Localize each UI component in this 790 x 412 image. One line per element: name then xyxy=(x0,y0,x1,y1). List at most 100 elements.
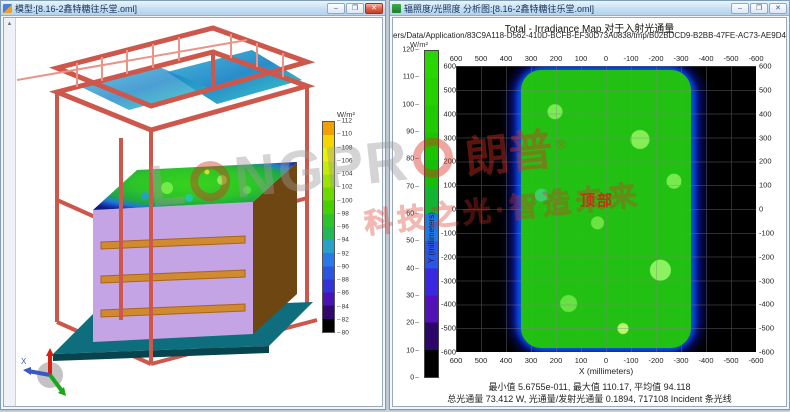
colorbar-tick-label: 108 xyxy=(337,144,352,151)
tick-label: -100 xyxy=(623,54,638,63)
model-window-title: 模型:[8.16-2鑫特糖往乐堂.oml] xyxy=(15,2,324,15)
tick-label: -300 xyxy=(759,276,774,285)
colorbar-tick-label: 110 xyxy=(337,131,352,138)
restore-button[interactable]: ❐ xyxy=(750,3,768,14)
colorbar-tick-label: 120 xyxy=(402,47,419,54)
tick-label: -400 xyxy=(698,356,713,365)
irradiance-map-window: 辐照度/光照度 分析图:[8.16-2鑫特糖往乐堂.oml] – ❐ ✕ Tot… xyxy=(389,0,790,410)
irradiance-window-titlebar[interactable]: 辐照度/光照度 分析图:[8.16-2鑫特糖往乐堂.oml] – ❐ ✕ xyxy=(390,1,789,16)
tick-label: -500 xyxy=(723,54,738,63)
scroll-up-button[interactable]: ▲ xyxy=(5,20,14,29)
model-window: 模型:[8.16-2鑫特糖往乐堂.oml] – ❐ ✕ ▲ xyxy=(0,0,386,410)
tick-label: -200 xyxy=(648,356,663,365)
chart-source-path: ers/Data/Application/83C9A118-D562-410D-… xyxy=(393,31,786,40)
tick-label: 500 xyxy=(475,54,488,63)
colorbar-tick-label: 112 xyxy=(337,118,352,125)
stats-flux-rays: 总光通量 73.412 W, 光通量/发射光通量 0.1894, 717108 … xyxy=(393,392,786,405)
model-3d-scene[interactable] xyxy=(17,20,333,404)
tick-label: -200 xyxy=(648,54,663,63)
tick-label: -300 xyxy=(673,356,688,365)
tick-label: -500 xyxy=(759,324,774,333)
colorbar-tick-label: 80 xyxy=(406,156,419,163)
colorbar-tick-label: 100 xyxy=(337,197,352,204)
colorbar-tick-label: 88 xyxy=(337,277,349,284)
tick-label: 500 xyxy=(475,356,488,365)
axis-triad: X xyxy=(20,348,78,400)
tick-label: 200 xyxy=(550,54,563,63)
colorbar-tick-label: 104 xyxy=(337,171,352,178)
model-colorbar: W/m² 11211010810610410210098969492908886… xyxy=(320,110,372,333)
colorbar-tick-label: 20 xyxy=(406,320,419,327)
tick-label: 200 xyxy=(550,356,563,365)
tick-label: 100 xyxy=(575,356,588,365)
colorbar-tick-label: 40 xyxy=(406,265,419,272)
z-axis-arrowhead xyxy=(46,348,54,356)
tick-label: 300 xyxy=(525,356,538,365)
x-axis-ticks-bottom: 6005004003002001000-100-200-300-400-500-… xyxy=(456,356,756,365)
close-button[interactable]: ✕ xyxy=(769,3,787,14)
colorbar-tick-label: 84 xyxy=(337,303,349,310)
x-axis-ticks-top: 6005004003002001000-100-200-300-400-500-… xyxy=(456,54,756,63)
tick-label: 500 xyxy=(759,85,772,94)
tick-label: -400 xyxy=(698,54,713,63)
restore-button[interactable]: ❐ xyxy=(346,3,364,14)
irradiance-window-title: 辐照度/光照度 分析图:[8.16-2鑫特糖往乐堂.oml] xyxy=(404,2,728,15)
y-axis-ticks-left: 6005004003002001000-100-200-300-400-500-… xyxy=(435,66,457,352)
colorbar-tick-label: 98 xyxy=(337,210,349,217)
minimize-button[interactable]: – xyxy=(731,3,749,14)
tick-label: -100 xyxy=(623,356,638,365)
model-viewport[interactable]: ▲ xyxy=(3,17,383,407)
colorbar-tick-label: 110 xyxy=(403,74,419,81)
tick-label: 0 xyxy=(604,54,608,63)
irradiance-heatmap-plot[interactable]: 顶部 xyxy=(456,66,756,352)
colorbar-labels: 1201101009080706050403020100 xyxy=(397,50,421,378)
tick-label: -200 xyxy=(441,252,456,261)
tick-label: -500 xyxy=(441,324,456,333)
tick-label: -100 xyxy=(759,228,774,237)
colorbar-tick-label: 80 xyxy=(337,330,349,337)
tick-label: 400 xyxy=(759,109,772,118)
colorbar-tick-label: 90 xyxy=(406,129,419,136)
colorbar-tick-label: 70 xyxy=(406,183,419,190)
x-axis-arrowhead xyxy=(23,367,31,375)
x-axis-label: X xyxy=(21,357,27,366)
tick-label: -200 xyxy=(759,252,774,261)
tick-label: 300 xyxy=(525,54,538,63)
tick-label: -600 xyxy=(748,356,763,365)
tick-label: -400 xyxy=(759,300,774,309)
tick-label: -500 xyxy=(723,356,738,365)
x-axis-title: X (millimeters) xyxy=(456,366,756,376)
irradiance-chart-icon xyxy=(392,4,401,13)
minimize-button[interactable]: – xyxy=(327,3,345,14)
tick-label: -400 xyxy=(441,300,456,309)
tick-label: -300 xyxy=(673,54,688,63)
close-button[interactable]: ✕ xyxy=(365,3,383,14)
tick-label: 200 xyxy=(443,157,456,166)
y-axis-ticks-right: 6005004003002001000-100-200-300-400-500-… xyxy=(758,66,780,352)
tick-label: -300 xyxy=(441,276,456,285)
colorbar-tick-label: 94 xyxy=(337,237,349,244)
tick-label: 100 xyxy=(443,181,456,190)
colorbar-tick-label: 92 xyxy=(337,250,349,257)
colorbar-gradient xyxy=(322,121,335,333)
tick-label: 500 xyxy=(443,85,456,94)
tick-label: 400 xyxy=(500,54,513,63)
tick-label: 100 xyxy=(575,54,588,63)
colorbar-tick-label: 86 xyxy=(337,290,349,297)
colorbar-tick-label: 100 xyxy=(402,101,419,108)
tick-label: 100 xyxy=(759,181,772,190)
colorbar-tick-label: 30 xyxy=(406,293,419,300)
model-window-titlebar[interactable]: 模型:[8.16-2鑫特糖往乐堂.oml] – ❐ ✕ xyxy=(1,1,385,16)
tick-label: 400 xyxy=(443,109,456,118)
tick-label: 300 xyxy=(759,133,772,142)
tick-label: 400 xyxy=(500,356,513,365)
colorbar-tick-label: 50 xyxy=(406,238,419,245)
colorbar-tick-label: 10 xyxy=(406,347,419,354)
tick-label: 600 xyxy=(450,356,463,365)
tick-label: 600 xyxy=(759,62,772,71)
colorbar-tick-label: 102 xyxy=(337,184,352,191)
irradiance-map-client: Total - Irradiance Map 对于入射光通量 ers/Data/… xyxy=(392,17,787,407)
tick-label: 300 xyxy=(443,133,456,142)
model-icon xyxy=(3,4,12,13)
tick-label: -100 xyxy=(441,228,456,237)
